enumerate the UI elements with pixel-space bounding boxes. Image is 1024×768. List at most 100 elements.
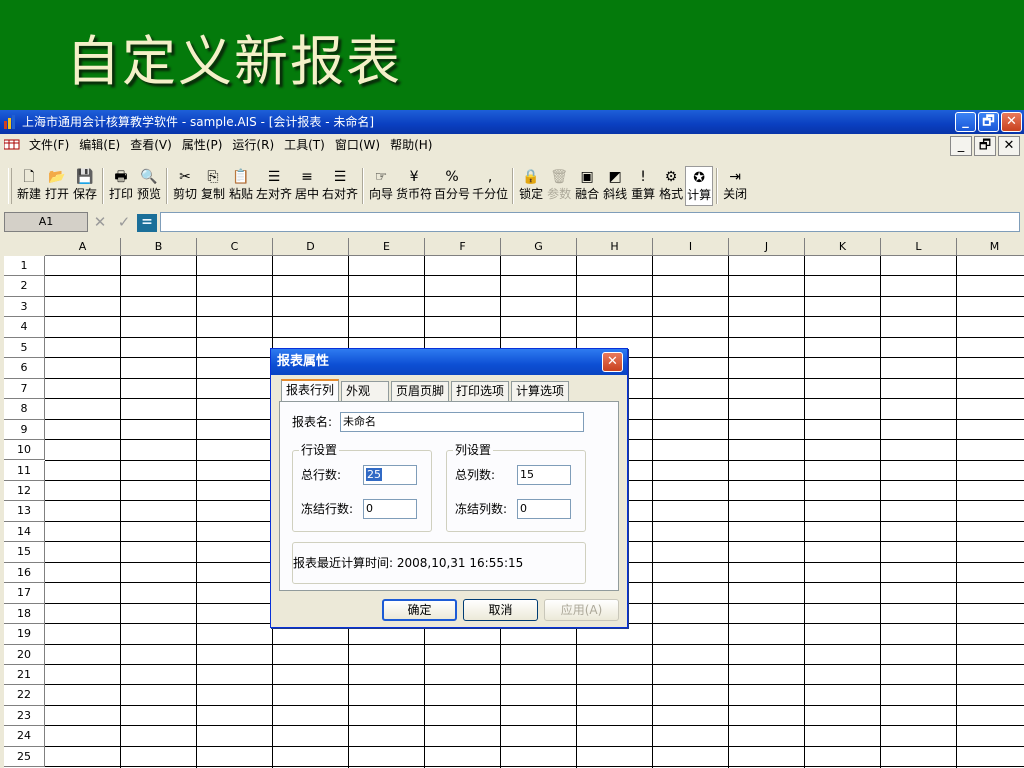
formula-input[interactable] <box>160 212 1020 232</box>
row-header[interactable]: 9 <box>4 419 45 441</box>
row-header[interactable]: 22 <box>4 685 45 706</box>
row-header[interactable]: 2 <box>4 276 45 297</box>
menu-properties[interactable]: 属性(P) <box>177 134 228 156</box>
tab-calc-options[interactable]: 计算选项 <box>511 381 570 401</box>
tab-header-footer[interactable]: 页眉页脚 <box>391 381 450 401</box>
print-button[interactable]: 🖶 打印 <box>107 166 135 204</box>
menu-view[interactable]: 查看(V) <box>125 134 177 156</box>
save-button[interactable]: 💾 保存 <box>71 166 99 204</box>
grid-column-line <box>956 256 957 768</box>
row-header[interactable]: 20 <box>4 644 45 665</box>
minimize-button[interactable]: _ <box>955 112 976 132</box>
percent-button[interactable]: % 百分号 <box>433 166 471 204</box>
frozen-columns-input[interactable]: 0 <box>517 499 571 519</box>
column-header[interactable]: L <box>881 238 957 256</box>
dialog-title: 报表属性 <box>277 354 330 369</box>
row-header[interactable]: 18 <box>4 603 45 625</box>
new-button[interactable]: 🗋 新建 <box>15 166 43 204</box>
currency-button[interactable]: ¥ 货币符 <box>395 166 433 204</box>
column-header[interactable]: B <box>121 238 197 256</box>
row-header[interactable]: 17 <box>4 583 45 604</box>
column-header[interactable]: C <box>197 238 273 256</box>
preview-button[interactable]: 🔍 预览 <box>135 166 163 204</box>
cancel-icon[interactable]: ✕ <box>90 212 110 232</box>
mdi-close-button[interactable]: ✕ <box>998 136 1020 156</box>
equal-icon[interactable]: = <box>137 214 157 232</box>
row-header[interactable]: 14 <box>4 521 45 543</box>
row-header[interactable]: 5 <box>4 337 45 359</box>
align-center-button[interactable]: ≡ 居中 <box>293 166 321 204</box>
column-header[interactable]: A <box>45 238 121 256</box>
tab-print-options[interactable]: 打印选项 <box>451 381 510 401</box>
format-button[interactable]: ⚙ 格式 <box>657 166 685 204</box>
tab-rows-columns[interactable]: 报表行列 <box>281 379 340 401</box>
open-button[interactable]: 📂 打开 <box>43 166 71 204</box>
row-header[interactable]: 8 <box>4 399 45 420</box>
row-header[interactable]: 3 <box>4 296 45 318</box>
toolbar-grip[interactable] <box>8 168 12 204</box>
grid-row-line <box>45 766 1024 768</box>
mdi-restore-button[interactable]: 🗗 <box>974 136 996 156</box>
column-header[interactable]: M <box>957 238 1024 256</box>
cut-button[interactable]: ✂ 剪切 <box>171 166 199 204</box>
restore-button[interactable]: 🗗 <box>978 112 999 132</box>
merge-button[interactable]: ▣ 融合 <box>573 166 601 204</box>
row-header[interactable]: 24 <box>4 726 45 747</box>
dialog-titlebar[interactable]: 报表属性 ✕ <box>271 349 627 375</box>
accept-icon[interactable]: ✓ <box>114 212 134 232</box>
tab-appearance[interactable]: 外观 <box>341 381 390 401</box>
paste-button[interactable]: 📋 粘贴 <box>227 166 255 204</box>
menu-window[interactable]: 窗口(W) <box>330 134 385 156</box>
cell-reference-box[interactable]: A1 <box>4 212 88 232</box>
column-header[interactable]: E <box>349 238 425 256</box>
dialog-close-icon[interactable]: ✕ <box>602 352 623 372</box>
wizard-button[interactable]: ☞ 向导 <box>367 166 395 204</box>
thousands-button[interactable]: , 千分位 <box>471 166 509 204</box>
row-header[interactable]: 7 <box>4 378 45 400</box>
align-right-button[interactable]: ☰ 右对齐 <box>321 166 359 204</box>
row-header[interactable]: 16 <box>4 562 45 584</box>
total-columns-input[interactable]: 15 <box>517 465 571 485</box>
mdi-minimize-button[interactable]: _ <box>950 136 972 156</box>
column-header[interactable]: G <box>501 238 577 256</box>
row-header[interactable]: 10 <box>4 440 45 461</box>
window-titlebar[interactable]: 上海市通用会计核算教学软件 - sample.AIS - [会计报表 - 未命名… <box>0 110 1024 134</box>
row-header[interactable]: 23 <box>4 705 45 727</box>
recalc-button[interactable]: ! 重算 <box>629 166 657 204</box>
column-header[interactable]: D <box>273 238 349 256</box>
column-header[interactable]: F <box>425 238 501 256</box>
close-button[interactable]: ✕ <box>1001 112 1022 132</box>
close-button[interactable]: ⇥ 关闭 <box>721 166 749 204</box>
row-header[interactable]: 15 <box>4 542 45 563</box>
lock-button[interactable]: 🔒 锁定 <box>517 166 545 204</box>
copy-button[interactable]: ⎘ 复制 <box>199 166 227 204</box>
column-header[interactable]: H <box>577 238 653 256</box>
row-header[interactable]: 13 <box>4 501 45 522</box>
row-header[interactable]: 6 <box>4 358 45 379</box>
cancel-button[interactable]: 取消 <box>463 599 538 621</box>
row-header[interactable]: 12 <box>4 480 45 502</box>
frozen-rows-input[interactable]: 0 <box>363 499 417 519</box>
calculate-button[interactable]: ✪ 计算 <box>685 166 714 206</box>
params-button[interactable]: 🗑 参数 <box>545 166 573 204</box>
column-header[interactable]: J <box>729 238 805 256</box>
menu-file[interactable]: 文件(F) <box>24 134 74 156</box>
column-header[interactable]: K <box>805 238 881 256</box>
row-header[interactable]: 21 <box>4 665 45 686</box>
ok-button[interactable]: 确定 <box>382 599 457 621</box>
column-header[interactable]: I <box>653 238 729 256</box>
menu-run[interactable]: 运行(R) <box>227 134 279 156</box>
report-name-input[interactable]: 未命名 <box>340 412 584 432</box>
row-header[interactable]: 19 <box>4 624 45 645</box>
diagonal-button[interactable]: ◩ 斜线 <box>601 166 629 204</box>
total-rows-input[interactable]: 25 <box>363 465 417 485</box>
menu-tools[interactable]: 工具(T) <box>279 134 330 156</box>
row-header[interactable]: 11 <box>4 460 45 481</box>
row-header[interactable]: 25 <box>4 746 45 768</box>
align-left-button[interactable]: ☰ 左对齐 <box>255 166 293 204</box>
row-header[interactable]: 4 <box>4 317 45 338</box>
row-header[interactable]: 1 <box>4 256 45 277</box>
menu-help[interactable]: 帮助(H) <box>385 134 437 156</box>
menu-edit[interactable]: 编辑(E) <box>74 134 125 156</box>
apply-button[interactable]: 应用(A) <box>544 599 619 621</box>
